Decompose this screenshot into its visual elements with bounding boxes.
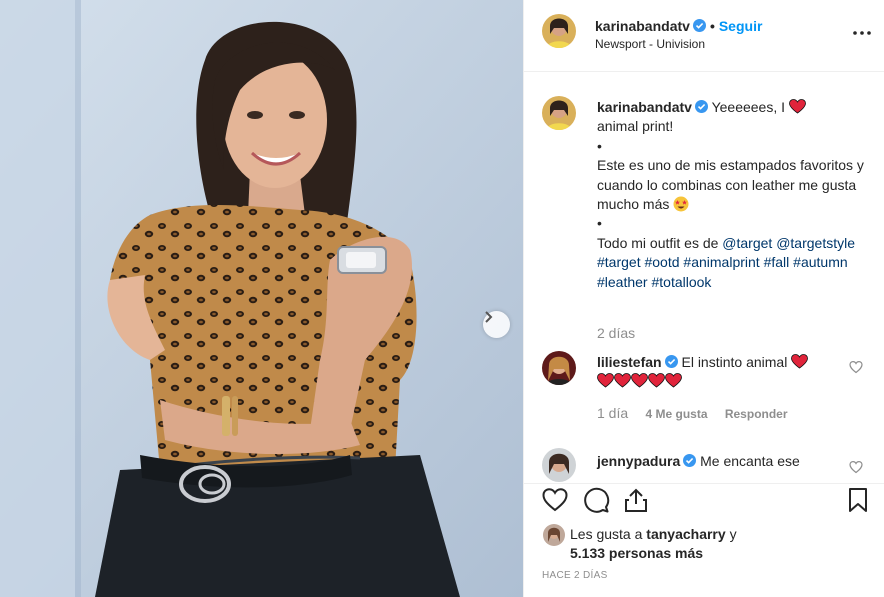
- caption-username[interactable]: karinabandatv: [597, 99, 692, 115]
- reply-button[interactable]: Responder: [725, 407, 788, 421]
- caption-part1: Yeeeeees, I: [711, 99, 786, 115]
- likes-prefix: Les gusta a: [570, 526, 643, 542]
- tag-link[interactable]: #autumn: [793, 254, 847, 270]
- next-photo-button[interactable]: [483, 311, 510, 338]
- verified-badge-icon: [664, 354, 678, 368]
- tag-link[interactable]: @targetstyle: [776, 235, 855, 251]
- comment-meta: 1 día 4 Me gusta Responder: [597, 405, 802, 421]
- separator-dot: •: [709, 18, 715, 34]
- avatar-image: [543, 524, 565, 546]
- post-side-panel: karinabandatv • Seguir Newsport - Univisio…: [523, 0, 884, 597]
- follow-button[interactable]: Seguir: [719, 18, 763, 34]
- heart-icon: [542, 488, 568, 512]
- comment-text: jennypadura Me encanta ese: [597, 452, 857, 471]
- red-heart-emoji-icon: [614, 373, 631, 388]
- tag-link[interactable]: #animalprint: [683, 254, 759, 270]
- chevron-right-icon: [485, 311, 493, 323]
- avatar-image: [542, 14, 576, 48]
- comments-list[interactable]: karinabandatv Yeeeeees, I animal print! …: [524, 73, 884, 483]
- caption-part2: animal print!: [597, 118, 674, 135]
- likes-count[interactable]: 5.133 personas más: [570, 545, 703, 561]
- red-heart-emoji-icon: [791, 354, 809, 369]
- red-heart-emoji-icon: [597, 373, 614, 388]
- caption-outfit-prefix: Todo mi outfit es de: [597, 234, 719, 251]
- red-heart-emoji-icon: [648, 373, 665, 388]
- more-options-icon: [853, 31, 871, 35]
- comment-button[interactable]: [582, 486, 612, 516]
- comment-icon: [584, 487, 610, 513]
- like-button[interactable]: [541, 486, 571, 516]
- avatar-image: [542, 448, 576, 482]
- comment-body: El instinto animal: [681, 354, 788, 370]
- red-heart-emoji-icon: [631, 373, 648, 388]
- post-timestamp[interactable]: HACE 2 DÍAS: [542, 570, 608, 581]
- red-heart-emoji-icon: [665, 373, 682, 388]
- liker-avatar[interactable]: [543, 524, 565, 546]
- caption-text: karinabandatv Yeeeeees, I animal print! …: [597, 98, 867, 292]
- commenter-avatar[interactable]: [542, 448, 576, 482]
- bookmark-icon: [849, 488, 867, 512]
- comment-username[interactable]: jennypadura: [597, 453, 680, 469]
- caption-bullet-2: •: [597, 215, 602, 232]
- tag-link[interactable]: @target: [722, 235, 772, 251]
- red-heart-emoji-icon: [789, 99, 806, 114]
- photo-illustration: [0, 0, 523, 597]
- author-username[interactable]: karinabandatv: [595, 18, 690, 34]
- comment-like-button[interactable]: [849, 360, 863, 374]
- verified-badge-icon: [692, 19, 706, 32]
- post-location[interactable]: Newsport - Univision: [595, 37, 705, 51]
- commenter-avatar[interactable]: [542, 351, 576, 385]
- heart-outline-icon: [849, 460, 863, 474]
- share-icon: [625, 488, 647, 512]
- post-header: karinabandatv • Seguir Newsport - Univisio…: [524, 0, 884, 72]
- author-avatar[interactable]: [542, 14, 576, 48]
- verified-badge-icon: [694, 99, 708, 113]
- comment-likes[interactable]: 4 Me gusta: [645, 407, 707, 421]
- likes-joiner: y: [729, 526, 737, 542]
- verified-badge-icon: [683, 453, 697, 467]
- header-user-line: karinabandatv • Seguir: [595, 18, 762, 34]
- comment-text: liliestefan El instinto animal: [597, 353, 847, 392]
- caption-bullet: •: [597, 137, 602, 154]
- caption-author-avatar[interactable]: [542, 96, 576, 130]
- tag-link[interactable]: #leather: [597, 274, 648, 290]
- share-button[interactable]: [622, 486, 652, 516]
- liker-username[interactable]: tanyacharry: [646, 526, 725, 542]
- star-struck-emoji-icon: [673, 196, 689, 212]
- comment-age[interactable]: 1 día: [597, 405, 628, 421]
- instagram-post-modal: karinabandatv • Seguir Newsport - Univisio…: [0, 0, 884, 597]
- more-options-button[interactable]: [851, 25, 873, 41]
- caption-age[interactable]: 2 días: [597, 325, 635, 341]
- save-button[interactable]: [844, 486, 874, 516]
- tag-link[interactable]: #fall: [764, 254, 790, 270]
- comment-like-button[interactable]: [849, 460, 863, 474]
- comment-username[interactable]: liliestefan: [597, 354, 662, 370]
- avatar-image: [542, 351, 576, 385]
- comment-body: Me encanta ese: [700, 453, 800, 469]
- tag-link[interactable]: #target: [597, 254, 641, 270]
- heart-outline-icon: [849, 360, 863, 374]
- avatar-image: [542, 96, 576, 130]
- caption-paragraph: Este es uno de mis estampados favoritos …: [597, 157, 864, 213]
- tag-link[interactable]: #ootd: [644, 254, 679, 270]
- post-actions: Les gusta a tanyacharry y 5.133 personas…: [524, 483, 884, 597]
- post-photo[interactable]: [0, 0, 523, 597]
- tag-link[interactable]: #totallook: [651, 274, 711, 290]
- likes-summary: Les gusta a tanyacharry y 5.133 personas…: [570, 525, 737, 563]
